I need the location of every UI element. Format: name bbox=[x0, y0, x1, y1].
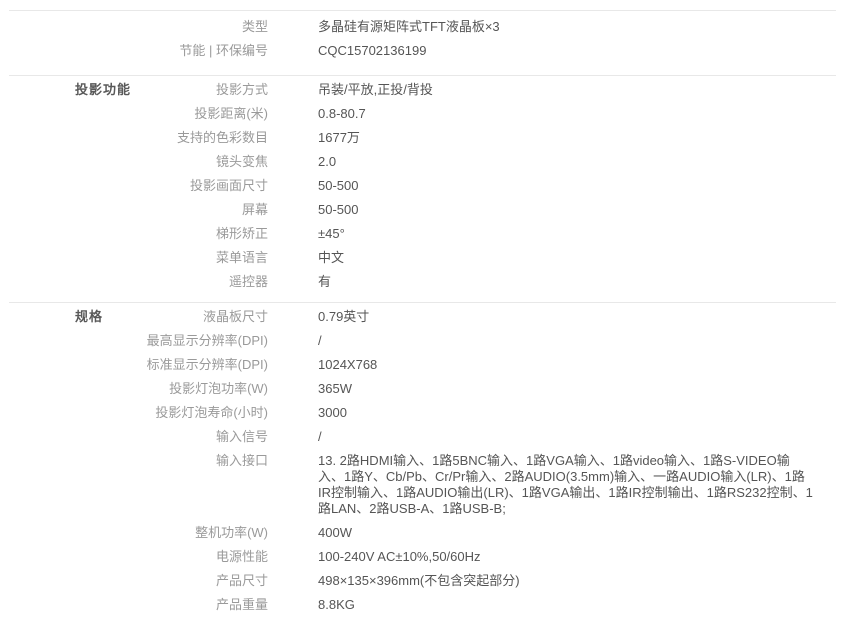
spec-label: 梯形矫正 bbox=[0, 222, 268, 246]
spec-section: 规格 液晶板尺寸 0.79英寸 最高显示分辨率(DPI) / 标准显示分辨率(D… bbox=[0, 303, 845, 625]
spec-label: 最高显示分辨率(DPI) bbox=[0, 329, 268, 353]
spec-value: / bbox=[268, 425, 845, 449]
spec-label: 标准显示分辨率(DPI) bbox=[0, 353, 268, 377]
spec-value: 498×135×396mm(不包含突起部分) bbox=[268, 569, 845, 593]
spec-row: 投影画面尺寸 50-500 bbox=[0, 174, 845, 198]
spec-row: 产品重量 8.8KG bbox=[0, 593, 845, 617]
spec-value: 0.79英寸 bbox=[268, 305, 845, 329]
spec-value: / bbox=[268, 329, 845, 353]
spec-value: 13. 2路HDMI输入、1路5BNC输入、1路VGA输入、1路video输入、… bbox=[268, 453, 845, 517]
spec-value: 3000 bbox=[268, 401, 845, 425]
spec-label: 投影画面尺寸 bbox=[0, 174, 268, 198]
spec-value: 吊装/平放,正投/背投 bbox=[268, 78, 845, 102]
spec-value: ±45° bbox=[268, 222, 845, 246]
spec-label: 投影灯泡功率(W) bbox=[0, 377, 268, 401]
spec-row: 投影距离(米) 0.8-80.7 bbox=[0, 102, 845, 126]
spec-label: 投影距离(米) bbox=[0, 102, 268, 126]
spec-row: 投影灯泡寿命(小时) 3000 bbox=[0, 401, 845, 425]
spec-value: 1677万 bbox=[268, 126, 845, 150]
spec-row: 类型 多晶硅有源矩阵式TFT液晶板×3 bbox=[0, 15, 845, 39]
spec-label: 类型 bbox=[0, 15, 268, 39]
spec-section: 类型 多晶硅有源矩阵式TFT液晶板×3 节能 | 环保编号 CQC1570213… bbox=[0, 11, 845, 75]
spec-label: 电源性能 bbox=[0, 545, 268, 569]
spec-label: 节能 | 环保编号 bbox=[0, 39, 268, 63]
spec-value: CQC15702136199 bbox=[268, 39, 845, 63]
spec-row: 整机功率(W) 400W bbox=[0, 521, 845, 545]
spec-label: 投影方式 bbox=[0, 78, 268, 102]
spec-label: 镜头变焦 bbox=[0, 150, 268, 174]
spec-row: 输入信号 / bbox=[0, 425, 845, 449]
spec-section-body: 液晶板尺寸 0.79英寸 最高显示分辨率(DPI) / 标准显示分辨率(DPI)… bbox=[0, 303, 845, 625]
spec-value: 0.8-80.7 bbox=[268, 102, 845, 126]
spec-label: 遥控器 bbox=[0, 270, 268, 294]
spec-section-title: 规格 bbox=[75, 305, 103, 329]
spec-value: 8.8KG bbox=[268, 593, 845, 617]
spec-row: 屏幕 50-500 bbox=[0, 198, 845, 222]
spec-label: 屏幕 bbox=[0, 198, 268, 222]
spec-value: 2.0 bbox=[268, 150, 845, 174]
spec-label: 整机功率(W) bbox=[0, 521, 268, 545]
spec-label: 投影灯泡寿命(小时) bbox=[0, 401, 268, 425]
spec-value: 50-500 bbox=[268, 198, 845, 222]
spec-section-title: 投影功能 bbox=[75, 78, 131, 102]
spec-value: 365W bbox=[268, 377, 845, 401]
spec-row: 产品尺寸 498×135×396mm(不包含突起部分) bbox=[0, 569, 845, 593]
spec-row: 电源性能 100-240V AC±10%,50/60Hz bbox=[0, 545, 845, 569]
spec-label: 支持的色彩数目 bbox=[0, 126, 268, 150]
spec-value: 50-500 bbox=[268, 174, 845, 198]
spec-label: 液晶板尺寸 bbox=[0, 305, 268, 329]
product-spec-table: 类型 多晶硅有源矩阵式TFT液晶板×3 节能 | 环保编号 CQC1570213… bbox=[0, 10, 845, 625]
spec-section: 投影功能 投影方式 吊装/平放,正投/背投 投影距离(米) 0.8-80.7 支… bbox=[0, 76, 845, 302]
spec-sections: 类型 多晶硅有源矩阵式TFT液晶板×3 节能 | 环保编号 CQC1570213… bbox=[0, 11, 845, 625]
spec-section-body: 类型 多晶硅有源矩阵式TFT液晶板×3 节能 | 环保编号 CQC1570213… bbox=[0, 11, 845, 75]
spec-label: 产品重量 bbox=[0, 593, 268, 617]
spec-section-body: 投影方式 吊装/平放,正投/背投 投影距离(米) 0.8-80.7 支持的色彩数… bbox=[0, 76, 845, 302]
spec-row: 标准显示分辨率(DPI) 1024X768 bbox=[0, 353, 845, 377]
spec-row: 遥控器 有 bbox=[0, 270, 845, 294]
spec-row: 菜单语言 中文 bbox=[0, 246, 845, 270]
spec-row: 梯形矫正 ±45° bbox=[0, 222, 845, 246]
spec-label: 产品尺寸 bbox=[0, 569, 268, 593]
spec-value: 中文 bbox=[268, 246, 845, 270]
spec-value: 100-240V AC±10%,50/60Hz bbox=[268, 545, 845, 569]
spec-row: 液晶板尺寸 0.79英寸 bbox=[0, 305, 845, 329]
spec-value: 400W bbox=[268, 521, 845, 545]
spec-label: 输入接口 bbox=[0, 453, 268, 517]
spec-label: 输入信号 bbox=[0, 425, 268, 449]
spec-value: 有 bbox=[268, 270, 845, 294]
spec-row: 投影灯泡功率(W) 365W bbox=[0, 377, 845, 401]
spec-value: 1024X768 bbox=[268, 353, 845, 377]
spec-row: 最高显示分辨率(DPI) / bbox=[0, 329, 845, 353]
spec-value: 多晶硅有源矩阵式TFT液晶板×3 bbox=[268, 15, 845, 39]
spec-row: 输入接口 13. 2路HDMI输入、1路5BNC输入、1路VGA输入、1路vid… bbox=[0, 449, 845, 521]
spec-row: 支持的色彩数目 1677万 bbox=[0, 126, 845, 150]
spec-label: 菜单语言 bbox=[0, 246, 268, 270]
spec-row: 节能 | 环保编号 CQC15702136199 bbox=[0, 39, 845, 63]
spec-row: 镜头变焦 2.0 bbox=[0, 150, 845, 174]
